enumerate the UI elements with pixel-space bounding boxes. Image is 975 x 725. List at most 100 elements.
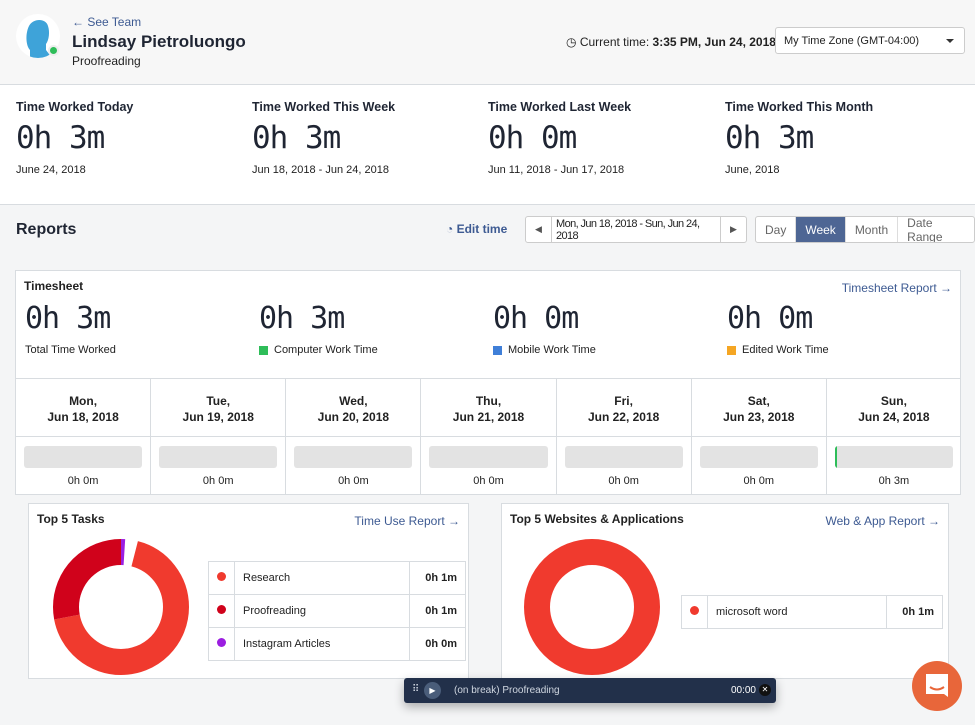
user-name: Lindsay Pietroluongo bbox=[72, 32, 246, 51]
table-row[interactable]: Instagram Articles 0h 0m bbox=[208, 627, 466, 661]
chat-icon bbox=[926, 674, 948, 697]
view-week[interactable]: Week bbox=[795, 217, 845, 242]
play-button[interactable]: ▶ bbox=[424, 682, 441, 699]
chat-button[interactable] bbox=[912, 661, 962, 711]
table-row[interactable]: microsoft word 0h 1m bbox=[681, 595, 943, 629]
timesheet-report-link[interactable]: Timesheet Report → bbox=[842, 281, 952, 295]
current-time-value: 3:35 PM, Jun 24, 2018 bbox=[652, 35, 776, 49]
view-switcher: Day Week Month Date Range bbox=[755, 216, 975, 243]
item-time: 0h 1m bbox=[886, 595, 943, 629]
day-time: 0h 0m bbox=[67, 475, 99, 487]
timer-task: (on break) Proofreading bbox=[454, 685, 560, 696]
timesheet-title: Timesheet bbox=[24, 279, 84, 293]
day-column: Tue, Jun 19, 2018 0h 0m bbox=[150, 379, 286, 495]
edit-time-label: Edit time bbox=[456, 222, 508, 236]
mobile-time: 0h 0m Mobile Work Time bbox=[493, 301, 596, 356]
day-progress-bar bbox=[159, 446, 278, 468]
item-time: 0h 0m bbox=[409, 627, 466, 661]
time-use-report-link[interactable]: Time Use Report → bbox=[354, 514, 460, 528]
view-day[interactable]: Day bbox=[756, 217, 795, 242]
stat-date: June, 2018 bbox=[725, 164, 780, 176]
timesheet-card: Timesheet Timesheet Report → 0h 3m Total … bbox=[15, 270, 961, 495]
prev-week-button[interactable]: ◀ bbox=[526, 217, 551, 242]
day-time: 0h 0m bbox=[338, 475, 369, 487]
day-progress-bar bbox=[24, 446, 143, 468]
computer-time: 0h 3m Computer Work Time bbox=[259, 301, 378, 356]
timer-widget: ⠿ ▶ (on break) Proofreading 00:00 ✕ bbox=[404, 678, 776, 703]
day-time: 0h 0m bbox=[473, 475, 504, 487]
current-time-label: Current time: bbox=[579, 35, 650, 49]
day-header: Sun, Jun 24, 2018 bbox=[826, 379, 961, 437]
edited-time: 0h 0m Edited Work Time bbox=[727, 301, 829, 356]
total-value: 0h 3m bbox=[25, 301, 111, 336]
day-progress-bar bbox=[294, 446, 413, 468]
day-name: Thu, bbox=[475, 394, 502, 408]
header: ← See Team Lindsay Pietroluongo Proofrea… bbox=[0, 0, 975, 85]
item-name: Instagram Articles bbox=[234, 627, 410, 661]
date-range-value[interactable]: Mon, Jun 18, 2018 - Sun, Jun 24, 2018 bbox=[551, 217, 721, 242]
day-date: Jun 20, 2018 bbox=[317, 410, 390, 424]
stat-label: Time Worked This Week bbox=[252, 100, 396, 114]
drag-handle-icon[interactable]: ⠿ bbox=[412, 684, 419, 695]
stat-value: 0h 3m bbox=[252, 120, 341, 156]
day-column: Fri, Jun 22, 2018 0h 0m bbox=[555, 379, 691, 495]
day-date: Jun 18, 2018 bbox=[47, 410, 119, 424]
stat-last-week: Time Worked Last Week 0h 0m Jun 11, 2018 -… bbox=[488, 100, 631, 176]
top-apps-title: Top 5 Websites & Applications bbox=[510, 512, 684, 526]
stat-value: 0h 3m bbox=[725, 120, 814, 156]
view-date-range[interactable]: Date Range bbox=[897, 217, 974, 242]
timezone-select[interactable]: My Time Zone (GMT-04:00) bbox=[775, 27, 965, 54]
stat-date: June 24, 2018 bbox=[16, 164, 86, 176]
color-dot bbox=[217, 572, 226, 581]
day-header: Thu, Jun 21, 2018 bbox=[421, 379, 556, 437]
close-icon[interactable]: ✕ bbox=[759, 684, 771, 696]
day-name: Fri, bbox=[614, 394, 633, 408]
table-row[interactable]: Proofreading 0h 1m bbox=[208, 594, 466, 628]
day-name: Mon, bbox=[69, 394, 98, 408]
legend-swatch bbox=[259, 345, 268, 355]
stat-label: Time Worked This Month bbox=[725, 100, 874, 114]
day-date: Jun 22, 2018 bbox=[587, 410, 660, 424]
tasks-table: Research 0h 1m Proofreading 0h 1m Instagram … bbox=[208, 561, 466, 661]
day-progress-bar bbox=[429, 446, 548, 468]
day-name: Sun, bbox=[880, 394, 907, 408]
date-range-nav: ◀ Mon, Jun 18, 2018 - Sun, Jun 24, 2018 … bbox=[525, 216, 747, 243]
day-time: 0h 3m bbox=[878, 475, 910, 487]
day-progress-bar bbox=[564, 446, 683, 468]
clock-icon: ◷ bbox=[566, 35, 577, 49]
day-progress-bar bbox=[699, 446, 818, 468]
pie-clock-icon: ◔ bbox=[446, 222, 454, 236]
table-row[interactable]: Research 0h 1m bbox=[208, 561, 466, 595]
day-name: Wed, bbox=[339, 394, 368, 408]
edit-time-button[interactable]: ◔ Edit time bbox=[446, 222, 507, 236]
day-column: Wed, Jun 20, 2018 0h 0m bbox=[285, 379, 421, 495]
stat-this-week: Time Worked This Week 0h 3m Jun 18, 2018 -… bbox=[252, 100, 395, 176]
timer-value: 00:00 bbox=[730, 685, 756, 696]
item-time: 0h 1m bbox=[409, 594, 466, 628]
day-name: Tue, bbox=[206, 394, 231, 408]
total-label: Computer Work Time bbox=[274, 344, 378, 356]
reports-title: Reports bbox=[16, 221, 77, 238]
day-date: Jun 21, 2018 bbox=[452, 410, 525, 424]
day-header: Sat, Jun 23, 2018 bbox=[691, 379, 826, 437]
color-dot bbox=[690, 606, 699, 615]
current-time: ◷ Current time: 3:35 PM, Jun 24, 2018 bbox=[566, 35, 776, 49]
item-name: Proofreading bbox=[234, 594, 410, 628]
top-tasks-card: Top 5 Tasks Time Use Report → Research 0h… bbox=[28, 503, 469, 679]
tasks-donut-chart bbox=[53, 539, 189, 675]
top-apps-card: Top 5 Websites & Applications Web & App … bbox=[501, 503, 949, 679]
day-time: 0h 0m bbox=[608, 475, 639, 487]
total-time: 0h 3m Total Time Worked bbox=[25, 301, 116, 356]
day-time: 0h 0m bbox=[743, 475, 775, 487]
view-month[interactable]: Month bbox=[844, 217, 897, 242]
day-header: Tue, Jun 19, 2018 bbox=[151, 379, 286, 437]
chevron-down-icon bbox=[946, 39, 954, 47]
web-app-report-link[interactable]: Web & App Report → bbox=[825, 514, 940, 528]
item-time: 0h 1m bbox=[409, 561, 466, 595]
see-team-link[interactable]: ← See Team bbox=[72, 15, 141, 29]
donut-slice bbox=[524, 539, 660, 675]
total-value: 0h 0m bbox=[493, 301, 579, 336]
next-week-button[interactable]: ▶ bbox=[721, 217, 746, 242]
day-header: Mon, Jun 18, 2018 bbox=[16, 379, 151, 437]
day-column: Thu, Jun 21, 2018 0h 0m bbox=[420, 379, 556, 495]
